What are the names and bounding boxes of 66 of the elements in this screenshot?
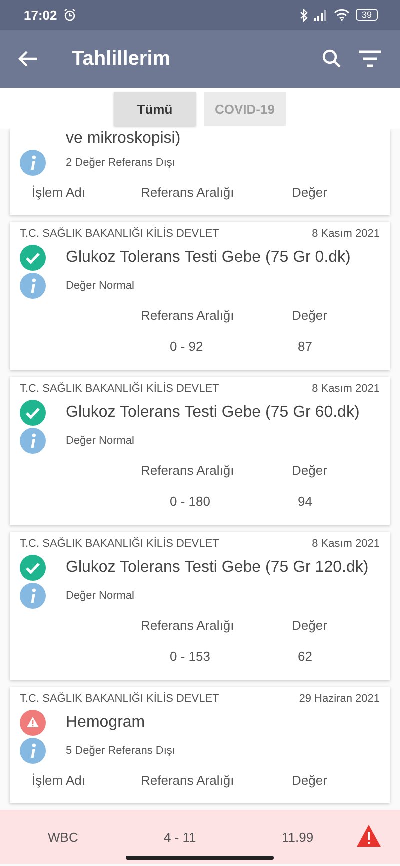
bluetooth-icon bbox=[300, 8, 308, 22]
info-icon bbox=[20, 428, 46, 454]
column-header: Değer bbox=[292, 772, 328, 788]
back-arrow-icon bbox=[18, 50, 38, 68]
result-date: 8 Kasım 2021 bbox=[312, 538, 380, 550]
result-summary: Değer Normal bbox=[66, 590, 134, 602]
warning-circle-icon bbox=[20, 710, 46, 736]
result-date: 8 Kasım 2021 bbox=[312, 228, 380, 240]
result-date: 8 Kasım 2021 bbox=[312, 383, 380, 395]
test-name: Glukoz Tolerans Testi Gebe (75 Gr 60.dk) bbox=[66, 404, 360, 422]
column-header: Referans Aralığı bbox=[141, 308, 234, 322]
signal-icon bbox=[314, 10, 328, 20]
check-circle-icon bbox=[20, 555, 46, 581]
result-summary: Değer Normal bbox=[66, 280, 134, 292]
result-date: 29 Haziran 2021 bbox=[299, 693, 380, 705]
table-cell: WBC bbox=[48, 830, 78, 844]
table-cell: 0 - 92 bbox=[170, 338, 204, 354]
test-name: Glukoz Tolerans Testi Gebe (75 Gr 120.dk) bbox=[66, 559, 369, 577]
test-name: Hemogram bbox=[66, 714, 146, 732]
info-icon bbox=[20, 273, 46, 299]
info-icon bbox=[20, 738, 46, 764]
table-cell: 11.99 bbox=[282, 830, 314, 844]
filter-icon bbox=[358, 50, 382, 68]
check-circle-icon bbox=[20, 400, 46, 426]
screen-title: Tahlillerim bbox=[72, 48, 171, 70]
result-card[interactable]: T.C. SAĞLIK BAKANLIĞI KİLİS DEVLET 8 Kasım 2021 Glukoz Tolerans Testi Gebe (75 Gr 120.dk) Değer Normal Referans Aralığı Değer 0 - 153 62 bbox=[10, 532, 390, 680]
table-cell: 0 - 180 bbox=[170, 494, 210, 508]
result-summary: 5 Değer Referans Dışı bbox=[66, 745, 176, 757]
result-summary: Değer Normal bbox=[66, 435, 134, 447]
table-cell: 0 - 153 bbox=[170, 648, 210, 664]
result-card[interactable]: T.C. SAĞLIK BAKANLIĞI KİLİS DEVLET 29 Haziran 2021 Hemogram 5 Değer Referans Dışı İşlem Adı Referans Aralığı Değer bbox=[10, 687, 390, 803]
result-card[interactable]: T.C. SAĞLIK BAKANLIĞI KİLİS DEVLET 8 Kasım 2021 Glukoz Tolerans Testi Gebe (75 Gr 0.dk) Değer Normal Referans Aralığı Değer 0 - 92 87 bbox=[10, 222, 390, 370]
test-name: ve mikroskopisi) bbox=[66, 130, 181, 148]
search-icon bbox=[322, 49, 342, 69]
column-header: Değer bbox=[292, 308, 328, 322]
filter-tab[interactable]: Tümü bbox=[114, 92, 196, 126]
check-circle-icon bbox=[20, 245, 46, 271]
result-summary: 2 Değer Referans Dışı bbox=[66, 157, 176, 169]
table-cell: 87 bbox=[298, 338, 312, 354]
table-cell: 94 bbox=[298, 494, 312, 508]
info-icon bbox=[20, 150, 46, 176]
column-header: İşlem Adı bbox=[32, 184, 86, 200]
column-header: Referans Aralığı bbox=[141, 462, 234, 478]
table-cell: 62 bbox=[298, 648, 312, 664]
result-card[interactable]: ve mikroskopisi) 2 Değer Referans Dışı İşlem Adı Referans Aralığı Değer bbox=[10, 129, 390, 215]
institution-name: T.C. SAĞLIK BAKANLIĞI KİLİS DEVLET bbox=[20, 538, 220, 550]
table-cell: 4 - 11 bbox=[164, 830, 196, 844]
test-name: Glukoz Tolerans Testi Gebe (75 Gr 0.dk) bbox=[66, 249, 351, 267]
column-header: Değer bbox=[292, 184, 328, 200]
battery-level: 39 bbox=[356, 9, 378, 21]
result-row[interactable]: WBC 4 - 11 11.99 bbox=[0, 810, 400, 864]
institution-name: T.C. SAĞLIK BAKANLIĞI KİLİS DEVLET bbox=[20, 693, 220, 705]
column-header: Referans Aralığı bbox=[141, 618, 234, 632]
institution-name: T.C. SAĞLIK BAKANLIĞI KİLİS DEVLET bbox=[20, 228, 220, 240]
column-header: Değer bbox=[292, 618, 328, 632]
alarm-icon bbox=[63, 8, 78, 22]
result-card[interactable]: T.C. SAĞLIK BAKANLIĞI KİLİS DEVLET 8 Kasım 2021 Glukoz Tolerans Testi Gebe (75 Gr 60.dk) Değer Normal Referans Aralığı Değer 0 - 180 94 bbox=[10, 377, 390, 525]
institution-name: T.C. SAĞLIK BAKANLIĞI KİLİS DEVLET bbox=[20, 383, 220, 395]
info-icon bbox=[20, 583, 46, 609]
column-header: Referans Aralığı bbox=[141, 772, 234, 788]
column-header: İşlem Adı bbox=[32, 772, 86, 788]
wifi-icon bbox=[334, 9, 350, 21]
warning-icon bbox=[356, 824, 382, 848]
column-header: Referans Aralığı bbox=[141, 184, 234, 200]
clock-time: 17:02 bbox=[24, 8, 58, 22]
column-header: Değer bbox=[292, 462, 328, 478]
